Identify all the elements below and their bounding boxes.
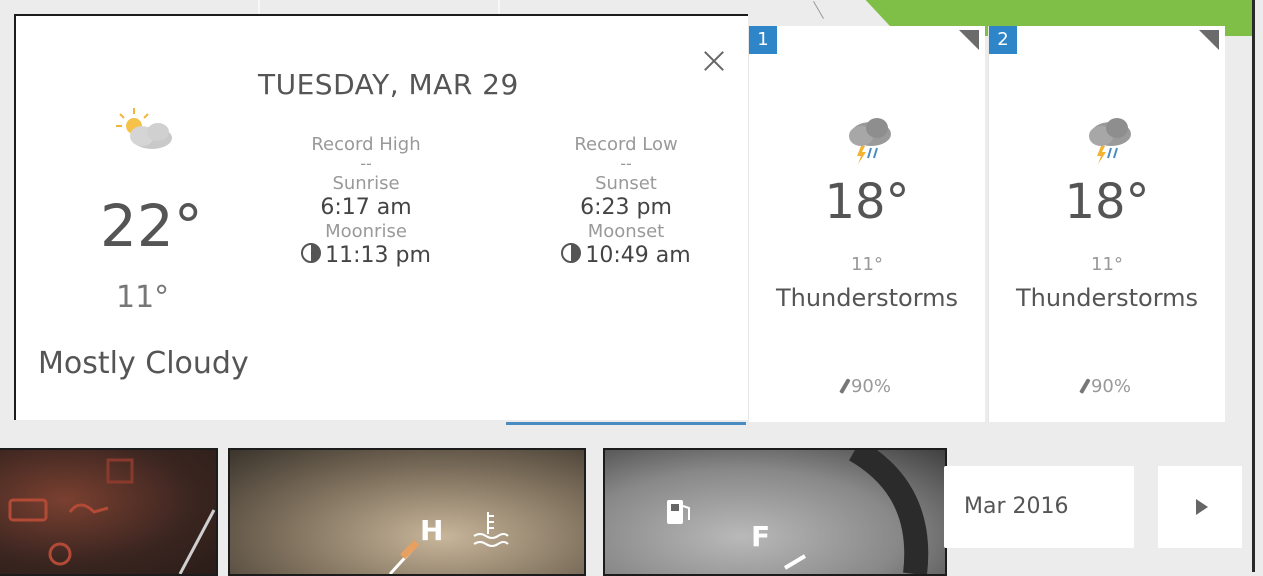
set-column: Record Low -- Sunset 6:23 pm Moonset 10:… xyxy=(516,134,736,269)
close-icon[interactable] xyxy=(699,46,729,76)
sunset-label: Sunset xyxy=(595,173,657,194)
sunrise-label: Sunrise xyxy=(332,173,400,194)
moonrise-label: Moonrise xyxy=(325,221,407,242)
forecast-card-1[interactable]: 1 18° 11° Thunderstorms 90% xyxy=(748,26,985,422)
thunderstorm-icon xyxy=(849,118,891,164)
precip-row: 90% xyxy=(749,376,985,397)
play-arrow-icon[interactable] xyxy=(1158,466,1242,548)
sunset-value: 6:23 pm xyxy=(580,195,672,220)
thunderstorm-icon xyxy=(1089,118,1131,164)
record-high-value: -- xyxy=(360,154,372,173)
precip-chance: 90% xyxy=(850,376,891,397)
raindrop-icon xyxy=(839,378,851,394)
forecast-card-2[interactable]: 2 18° 11° Thunderstorms 90% xyxy=(988,26,1225,422)
moon-phase-icon xyxy=(301,243,322,263)
moonrise-row: 11:13 pm xyxy=(256,243,476,269)
forecast-condition: Thunderstorms xyxy=(1015,284,1199,312)
moonset-label: Moonset xyxy=(587,221,665,242)
high-temperature: 22° xyxy=(100,192,203,260)
condition-text: Mostly Cloudy xyxy=(38,346,249,381)
moonset-row: 10:49 am xyxy=(516,243,736,269)
day-title: TUESDAY, MAR 29 xyxy=(258,68,519,101)
corner-fold-icon xyxy=(959,30,979,50)
moonset-value: 10:49 am xyxy=(585,243,691,268)
forecast-high: 18° xyxy=(1064,174,1150,230)
day-detail-panel: TUESDAY, MAR 29 22° 11° Mostly Cloudy Re… xyxy=(14,14,748,425)
forecast-high: 18° xyxy=(824,174,910,230)
record-low-value: -- xyxy=(620,154,632,173)
precip-chance: 90% xyxy=(1090,376,1131,397)
forecast-low: 11° xyxy=(1091,254,1123,275)
coolant-gauge-illustration xyxy=(388,512,509,574)
partly-cloudy-icon xyxy=(116,108,172,149)
corner-fold-icon xyxy=(1199,30,1219,50)
dashboard-warning-lights-photo xyxy=(0,448,218,576)
forecast-low: 11° xyxy=(851,254,883,275)
moonrise-value: 11:13 pm xyxy=(325,243,431,268)
fuel-gauge-photo: F xyxy=(603,448,947,576)
record-high-label: Record High xyxy=(311,134,421,155)
temperature-gauge-photo: H xyxy=(228,448,586,576)
day-badge: 2 xyxy=(989,26,1017,54)
frame-border xyxy=(1252,0,1255,572)
low-temperature: 11° xyxy=(116,280,170,315)
day-badge: 1 xyxy=(749,26,777,54)
moon-phase-icon xyxy=(561,243,582,263)
forecast-condition: Thunderstorms xyxy=(775,284,959,312)
month-selector[interactable]: Mar 2016 xyxy=(944,466,1134,548)
raindrop-icon xyxy=(1079,378,1091,394)
precip-row: 90% xyxy=(989,376,1225,397)
record-low-label: Record Low xyxy=(574,134,678,155)
warning-lights-illustration xyxy=(8,458,216,574)
active-tab-indicator xyxy=(506,422,746,425)
fuel-gauge-illustration xyxy=(667,450,929,574)
sunrise-value: 6:17 am xyxy=(320,195,412,220)
rise-column: Record High -- Sunrise 6:17 am Moonrise … xyxy=(256,134,476,269)
